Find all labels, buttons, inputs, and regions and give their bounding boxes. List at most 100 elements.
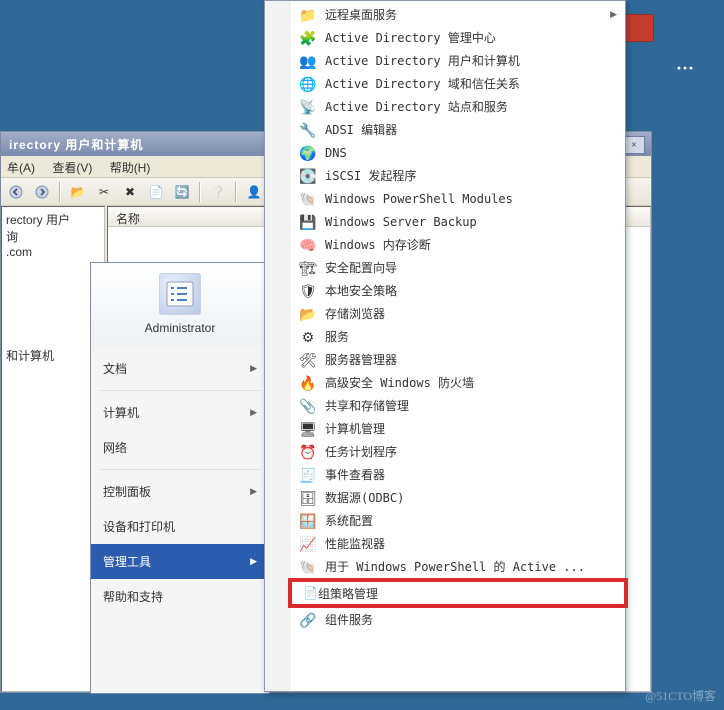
submenu-item-2[interactable]: 👥 Active Directory 用户和计算机 [291, 49, 625, 72]
app-icon: 🧾 [299, 466, 317, 484]
chevron-right-icon: ▶ [250, 407, 257, 418]
app-icon: 📄 [303, 586, 318, 600]
up-button[interactable]: 📂 [67, 181, 89, 203]
start-item-0[interactable]: 文档▶ [91, 351, 269, 386]
submenu-item-label: 组件服务 [325, 611, 373, 628]
submenu-item-4[interactable]: 📡Active Directory 站点和服务 [291, 95, 625, 118]
app-icon: 💾 [299, 213, 317, 231]
submenu-item-label: Windows 内存诊断 [325, 236, 431, 253]
app-icon: 👥 [299, 52, 317, 70]
submenu-item-label: 存储浏览器 [325, 305, 385, 322]
tray-app-icon [624, 14, 654, 42]
menu-help[interactable]: 帮助(H) [110, 161, 151, 175]
submenu-item-18[interactable]: 🖥计算机管理 [291, 417, 625, 440]
start-item-7[interactable]: 管理工具▶ [91, 544, 269, 579]
watermark: @51CTO博客 [645, 687, 716, 704]
menu-view[interactable]: 查看(V) [52, 161, 92, 175]
submenu-item-15[interactable]: 🛠服务器管理器 [291, 348, 625, 371]
app-icon: 🔧 [299, 121, 317, 139]
users-button[interactable]: 👤 [243, 181, 265, 203]
back-button[interactable] [5, 181, 27, 203]
submenu-item-10[interactable]: 🧠Windows 内存诊断 [291, 233, 625, 256]
start-menu-user: Administrator [145, 321, 216, 335]
submenu-item-8[interactable]: 🐚Windows PowerShell Modules [291, 187, 625, 210]
app-icon: 🪟 [299, 512, 317, 530]
submenu-item-19[interactable]: ⏰任务计划程序 [291, 440, 625, 463]
toolbar-sep [199, 182, 201, 202]
toolbar-sep [235, 182, 237, 202]
submenu-item-label: Active Directory 用户和计算机 [325, 52, 520, 69]
submenu-item-label: ADSI 编辑器 [325, 121, 397, 138]
menu-separator [99, 390, 261, 391]
submenu-item-label: Windows Server Backup [325, 215, 477, 229]
submenu-item-20[interactable]: 🧾 事件查看器 [291, 463, 625, 486]
submenu-item-17[interactable]: 📎 共享和存储管理 [291, 394, 625, 417]
submenu-item-3[interactable]: 🌐Active Directory 域和信任关系 [291, 72, 625, 95]
forward-button[interactable] [31, 181, 53, 203]
submenu-item-9[interactable]: 💾 Windows Server Backup [291, 210, 625, 233]
submenu-item-14[interactable]: ⚙服务 [291, 325, 625, 348]
submenu-item-label: Windows PowerShell Modules [325, 192, 513, 206]
submenu-item-13[interactable]: 📂 存储浏览器 [291, 302, 625, 325]
app-icon: 🖥 [299, 420, 317, 438]
submenu-item-11[interactable]: 🏗安全配置向导 [291, 256, 625, 279]
submenu-item-1[interactable]: 🧩Active Directory 管理中心 [291, 26, 625, 49]
start-menu-items: 文档▶计算机▶网络控制面板▶设备和打印机管理工具▶帮助和支持 [91, 345, 269, 620]
app-icon: 🏗 [299, 259, 317, 277]
app-icon: 📁 [299, 6, 317, 24]
start-item-label: 控制面板 [103, 483, 151, 500]
highlighted-item[interactable]: 📄组策略管理 [288, 578, 628, 608]
start-menu-header: Administrator [91, 263, 269, 345]
submenu-item-16[interactable]: 🔥 高级安全 Windows 防火墙 [291, 371, 625, 394]
start-item-5[interactable]: 控制面板 ▶ [91, 474, 269, 509]
app-icon: 📂 [299, 305, 317, 323]
chevron-right-icon: ▶ [610, 9, 617, 20]
submenu-item-26[interactable]: 🔗组件服务 [291, 608, 625, 631]
delete-button[interactable]: ✖ [119, 181, 141, 203]
submenu-item-label: Active Directory 管理中心 [325, 29, 496, 46]
app-icon: 💽 [299, 167, 317, 185]
chevron-right-icon: ▶ [250, 556, 257, 567]
toolbar-sep [59, 182, 61, 202]
submenu-item-label: DNS [325, 146, 347, 160]
app-icon: 🔥 [299, 374, 317, 392]
submenu-item-6[interactable]: 🌍 DNS [291, 141, 625, 164]
submenu-item-label: 事件查看器 [325, 466, 385, 483]
submenu-item-label: 高级安全 Windows 防火墙 [325, 374, 474, 391]
menu-separator [99, 469, 261, 470]
refresh-button[interactable]: 🔄 [171, 181, 193, 203]
app-icon: 🌍 [299, 144, 317, 162]
start-item-3[interactable]: 网络 [91, 430, 269, 465]
props-button[interactable]: 📄 [145, 181, 167, 203]
submenu-item-24[interactable]: 🐚用于 Windows PowerShell 的 Active ... [291, 555, 625, 578]
cut-button[interactable]: ✂ [93, 181, 115, 203]
help-button[interactable]: ❔ [207, 181, 229, 203]
app-icon: 📎 [299, 397, 317, 415]
tree-gap [6, 259, 100, 347]
start-menu: Administrator 文档▶计算机▶网络控制面板▶设备和打印机管理工具▶帮… [90, 262, 270, 694]
submenu-item-0[interactable]: 📁远程桌面服务▶ [291, 3, 625, 26]
menu-file[interactable]: 牟(A) [7, 161, 35, 175]
checklist-icon [159, 273, 201, 315]
start-item-2[interactable]: 计算机 ▶ [91, 395, 269, 430]
start-item-8[interactable]: 帮助和支持 [91, 579, 269, 614]
app-icon: 🗄 [299, 489, 317, 507]
submenu-item-7[interactable]: 💽 iSCSI 发起程序 [291, 164, 625, 187]
submenu-item-label: iSCSI 发起程序 [325, 167, 416, 184]
submenu-item-5[interactable]: 🔧 ADSI 编辑器 [291, 118, 625, 141]
submenu-item-label: 组策略管理 [318, 585, 378, 602]
close-button[interactable]: × [623, 136, 645, 154]
app-icon: 📡 [299, 98, 317, 116]
start-item-label: 文档 [103, 360, 127, 377]
start-item-label: 计算机 [103, 404, 139, 421]
submenu-item-21[interactable]: 🗄数据源(ODBC) [291, 486, 625, 509]
submenu-item-23[interactable]: 📈性能监视器 [291, 532, 625, 555]
chevron-right-icon: ▶ [250, 486, 257, 497]
start-item-6[interactable]: 设备和打印机 [91, 509, 269, 544]
desktop: ··· irectory 用户和计算机 _ □ × 牟(A) 查看(V) 帮助(… [0, 0, 724, 710]
submenu-item-22[interactable]: 🪟系统配置 [291, 509, 625, 532]
submenu-item-label: 共享和存储管理 [325, 397, 409, 414]
submenu-item-label: 用于 Windows PowerShell 的 Active ... [325, 558, 585, 575]
submenu-item-12[interactable]: 🛡本地安全策略 [291, 279, 625, 302]
app-icon: 🌐 [299, 75, 317, 93]
